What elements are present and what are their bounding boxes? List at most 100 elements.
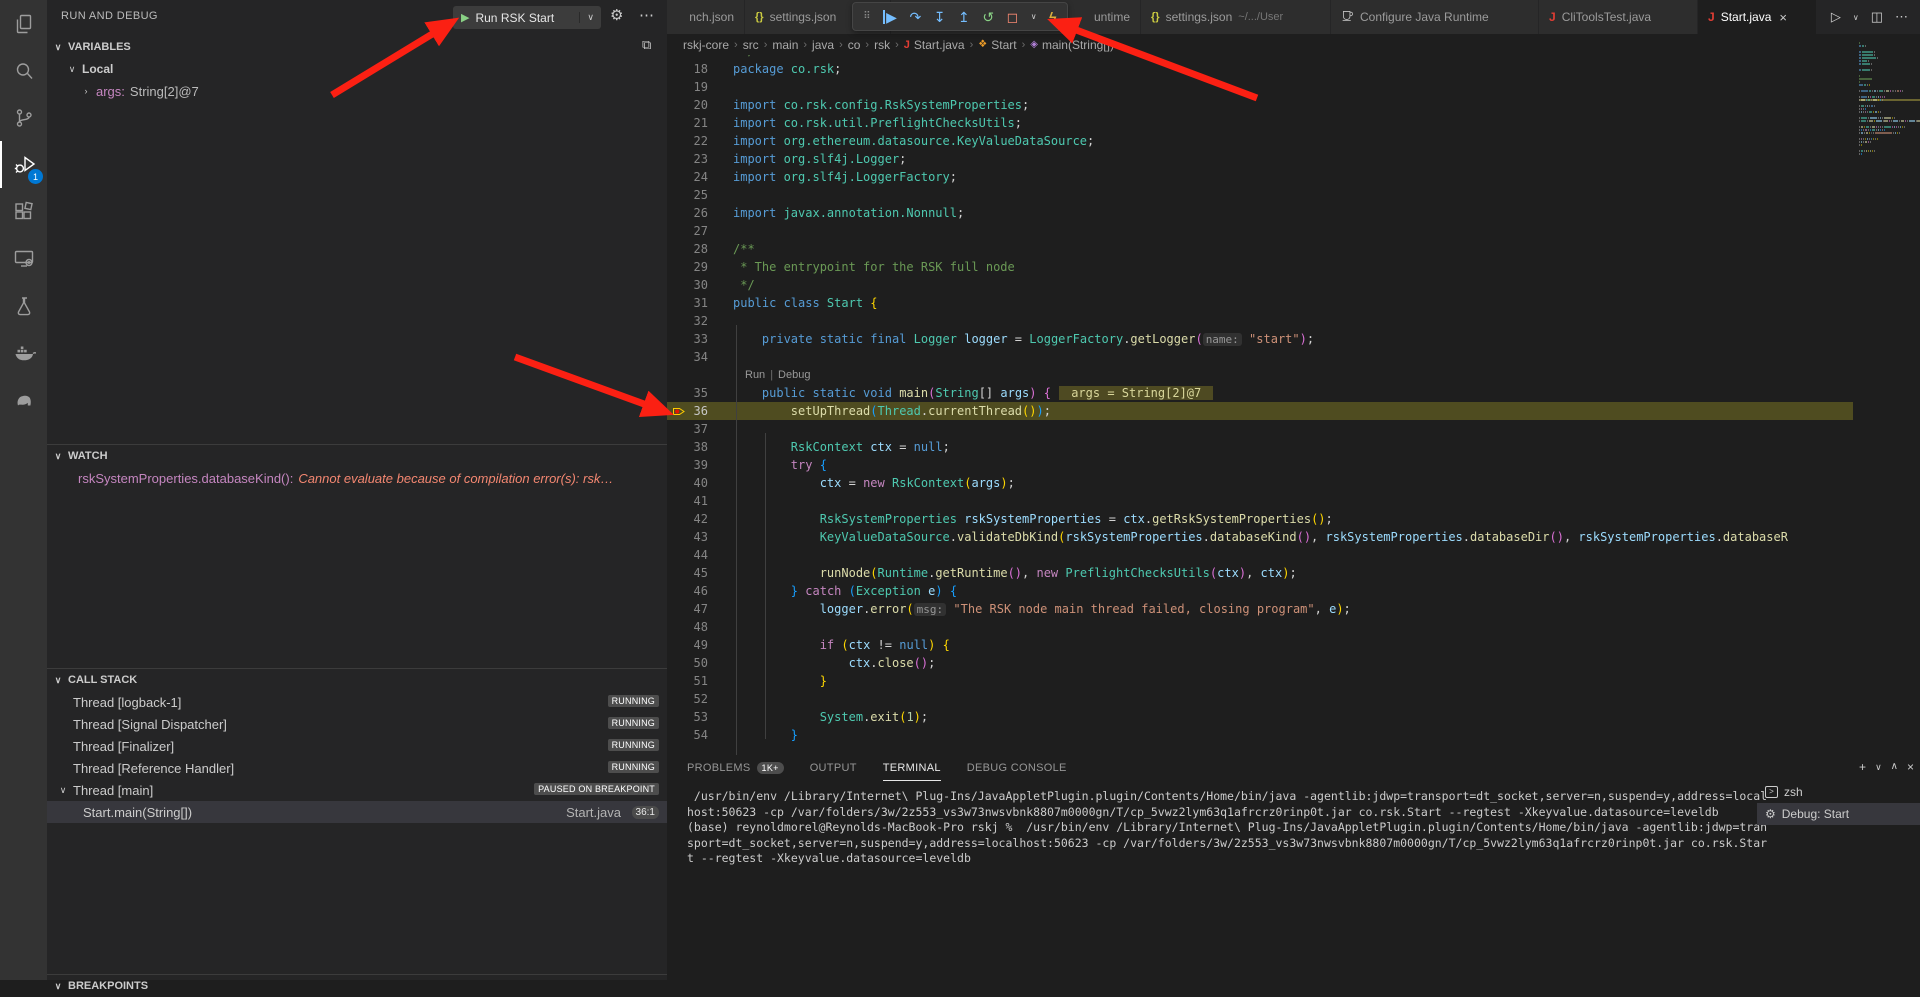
code-line[interactable]: 33 private static final Logger logger = … <box>667 330 1920 348</box>
tab-clitoolstest.java[interactable]: JCliToolsTest.java <box>1539 0 1698 34</box>
chevron-down-icon[interactable]: ∨ <box>579 12 601 23</box>
code-line[interactable]: 43 KeyValueDataSource.validateDbKind(rsk… <box>667 528 1920 546</box>
code-line[interactable]: 52 <box>667 690 1920 708</box>
code-line[interactable]: 51 } <box>667 672 1920 690</box>
breadcrumb-item[interactable]: co <box>848 38 861 52</box>
code-line[interactable]: 24import org.slf4j.LoggerFactory; <box>667 168 1920 186</box>
hot-code-replace-icon[interactable]: ϟ <box>1049 10 1056 24</box>
line-number[interactable]: 45 <box>667 566 708 580</box>
line-number[interactable]: 38 <box>667 440 708 454</box>
line-number[interactable]: 28 <box>667 242 708 256</box>
line-number[interactable]: 43 <box>667 530 708 544</box>
line-number[interactable]: 24 <box>667 170 708 184</box>
line-number[interactable]: 34 <box>667 350 708 364</box>
code-line[interactable]: 53 System.exit(1); <box>667 708 1920 726</box>
code-line[interactable]: 40 ctx = new RskContext(args); <box>667 474 1920 492</box>
codelens-run-link[interactable]: Run <box>745 369 765 381</box>
thread-row[interactable]: Thread [Finalizer]RUNNING <box>47 735 667 757</box>
stop-icon[interactable]: ◻ <box>1007 10 1019 24</box>
thread-row[interactable]: Thread [Reference Handler]RUNNING <box>47 757 667 779</box>
breadcrumb-item[interactable]: rskj-core <box>683 38 729 52</box>
close-panel-icon[interactable]: × <box>1907 760 1914 774</box>
line-number[interactable]: 35 <box>667 386 708 400</box>
run-config-button[interactable]: ▶ Run RSK Start ∨ <box>453 6 601 29</box>
thread-row[interactable]: Thread [logback-1]RUNNING <box>47 691 667 713</box>
line-number[interactable]: 52 <box>667 692 708 706</box>
drag-handle-icon[interactable]: ⠿ <box>863 12 870 22</box>
code-line[interactable]: 18package co.rsk; <box>667 60 1920 78</box>
variable-args-row[interactable]: › args: String[2]@7 <box>47 80 667 102</box>
code-line[interactable]: 21import co.rsk.util.PreflightChecksUtil… <box>667 114 1920 132</box>
line-number[interactable]: 44 <box>667 548 708 562</box>
code-line[interactable]: 39 try { <box>667 456 1920 474</box>
line-number[interactable]: 32 <box>667 314 708 328</box>
code-line[interactable]: 49 if (ctx != null) { <box>667 636 1920 654</box>
line-number[interactable]: 51 <box>667 674 708 688</box>
gear-icon[interactable]: ⚙ <box>610 8 623 23</box>
panel-tab-terminal[interactable]: TERMINAL <box>883 755 941 781</box>
maximize-panel-icon[interactable]: ∧ <box>1891 761 1898 774</box>
line-number[interactable]: 23 <box>667 152 708 166</box>
breadcrumb-item[interactable]: src <box>743 38 759 52</box>
thread-row[interactable]: ∨Thread [main]PAUSED ON BREAKPOINT <box>47 779 667 801</box>
breadcrumb-symbol[interactable]: ❖Start <box>978 38 1016 52</box>
new-terminal-icon[interactable]: + <box>1859 760 1866 774</box>
code-line[interactable]: 54 } <box>667 726 1920 744</box>
line-number[interactable]: 20 <box>667 98 708 112</box>
line-number[interactable]: 17 <box>667 55 708 58</box>
more-actions-icon[interactable]: ⋯ <box>1895 9 1908 25</box>
breadcrumb-item[interactable]: java <box>812 38 834 52</box>
activity-source-control-icon[interactable] <box>0 94 47 141</box>
line-number[interactable]: 19 <box>667 80 708 94</box>
thread-row[interactable]: Thread [Signal Dispatcher]RUNNING <box>47 713 667 735</box>
codelens-debug-link[interactable]: Debug <box>778 369 810 381</box>
panel-tab-problems[interactable]: PROBLEMS1K+ <box>687 755 784 781</box>
code-line[interactable]: 38 RskContext ctx = null; <box>667 438 1920 456</box>
line-number[interactable]: 27 <box>667 224 708 238</box>
line-number[interactable]: 46 <box>667 584 708 598</box>
code-line[interactable]: 48 <box>667 618 1920 636</box>
split-editor-icon[interactable]: ◫ <box>1871 9 1883 25</box>
activity-remote-explorer-icon[interactable] <box>0 235 47 282</box>
code-line[interactable]: 32 <box>667 312 1920 330</box>
activity-explorer-icon[interactable] <box>0 0 47 47</box>
code-line[interactable]: 50 ctx.close(); <box>667 654 1920 672</box>
activity-testing-icon[interactable] <box>0 282 47 329</box>
line-number[interactable]: 31 <box>667 296 708 310</box>
code-line[interactable]: 30 */ <box>667 276 1920 294</box>
tab-configure-java-runtime[interactable]: Configure Java Runtime <box>1331 0 1539 34</box>
chevron-down-icon[interactable]: ∨ <box>1875 762 1882 774</box>
restart-icon[interactable]: ↺ <box>982 10 994 24</box>
line-number[interactable]: 21 <box>667 116 708 130</box>
code-line[interactable]: 19 <box>667 78 1920 96</box>
terminal-output[interactable]: /usr/bin/env /Library/Internet\ Plug-Ins… <box>687 789 1920 867</box>
call-stack-header[interactable]: ∨ CALL STACK <box>47 669 667 691</box>
line-number[interactable]: 18 <box>667 62 708 76</box>
line-number[interactable]: 47 <box>667 602 708 616</box>
variables-scope-local[interactable]: ∨ Local <box>47 58 667 80</box>
line-number[interactable]: 25 <box>667 188 708 202</box>
line-number[interactable]: 37 <box>667 422 708 436</box>
code-line[interactable]: 27 <box>667 222 1920 240</box>
code-line[interactable]: 45 runNode(Runtime.getRuntime(), new Pre… <box>667 564 1920 582</box>
minimap[interactable] <box>1853 41 1920 755</box>
panel-tab-output[interactable]: OUTPUT <box>810 755 857 781</box>
line-number[interactable]: 50 <box>667 656 708 670</box>
code-line[interactable]: 28/** <box>667 240 1920 258</box>
line-number[interactable]: 48 <box>667 620 708 634</box>
code-line[interactable]: 26import javax.annotation.Nonnull; <box>667 204 1920 222</box>
activity-search-icon[interactable] <box>0 47 47 94</box>
code-line[interactable]: 23import org.slf4j.Logger; <box>667 150 1920 168</box>
panel-tab-debug-console[interactable]: DEBUG CONSOLE <box>967 755 1067 781</box>
line-number[interactable]: 53 <box>667 710 708 724</box>
code-line[interactable]: 42 RskSystemProperties rskSystemProperti… <box>667 510 1920 528</box>
code-line[interactable]: 47 logger.error(msg: "The RSK node main … <box>667 600 1920 618</box>
watch-header[interactable]: ∨ WATCH <box>47 445 667 467</box>
terminal-list-item-debug-start[interactable]: ⚙Debug: Start <box>1757 803 1920 825</box>
stop-menu-icon[interactable]: ∨ <box>1031 13 1037 21</box>
line-number[interactable]: 54 <box>667 728 708 742</box>
code-line[interactable]: 34 <box>667 348 1920 366</box>
line-number[interactable]: 22 <box>667 134 708 148</box>
chevron-down-icon[interactable]: ∨ <box>1853 13 1859 22</box>
code-line[interactable]: 31public class Start { <box>667 294 1920 312</box>
